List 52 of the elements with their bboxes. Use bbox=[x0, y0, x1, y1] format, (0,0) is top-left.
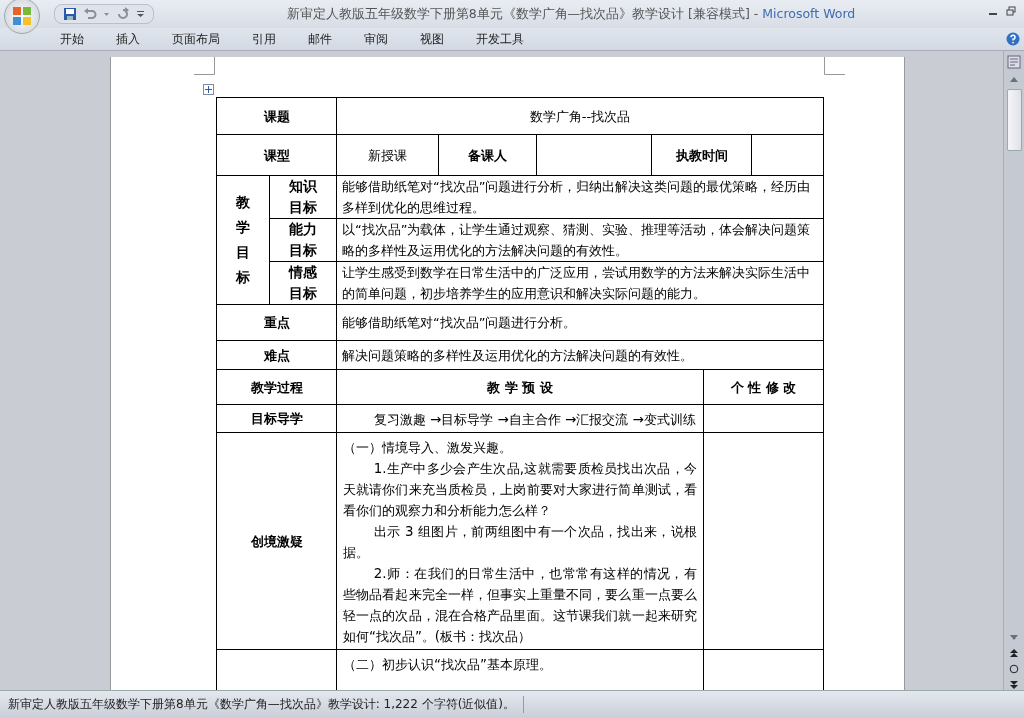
field-label: 执教时间 bbox=[675, 147, 728, 163]
ribbon-tab[interactable]: 页面布局 bbox=[156, 30, 236, 48]
browse-object-icon[interactable] bbox=[1009, 664, 1019, 674]
goal-label: 知识目标 bbox=[289, 177, 317, 217]
ribbon-tab[interactable]: 开发工具 bbox=[460, 30, 540, 48]
row-label: 重点 bbox=[263, 315, 290, 330]
lesson-type: 新授课 bbox=[368, 147, 407, 163]
key-point-text: 能够借助纸笔对“找次品”问题进行分析。 bbox=[342, 315, 577, 330]
difficulty-text: 解决问题策略的多样性及运用优化的方法解决问题的有效性。 bbox=[342, 347, 693, 363]
ribbon-tab[interactable]: 邮件 bbox=[292, 30, 348, 48]
help-icon[interactable] bbox=[1006, 32, 1020, 46]
office-logo-icon bbox=[11, 5, 33, 27]
row-label: 难点 bbox=[263, 347, 290, 363]
window-title: 新审定人教版五年级数学下册第8单元《数学广角—找次品》教学设计 [兼容模式] - Microsoft Word bbox=[285, 5, 857, 23]
office-button[interactable] bbox=[4, 0, 40, 34]
row-label: 课题 bbox=[263, 108, 290, 124]
row-label: 课型 bbox=[263, 147, 290, 163]
lesson-topic: 数学广角--找次品 bbox=[529, 108, 631, 124]
undo-icon[interactable] bbox=[83, 7, 97, 21]
column-header: 个 性 修 改 bbox=[730, 379, 797, 395]
ribbon-tab[interactable]: 视图 bbox=[404, 30, 460, 48]
status-text: 新审定人教版五年级数学下册第8单元《数学广角—找次品》教学设计: 1,222 个字符(近似值)。 bbox=[8, 696, 525, 713]
ribbon-tab[interactable]: 插入 bbox=[100, 30, 156, 48]
paragraph: 1.生产中多少会产生次品,这就需要质检员找出次品，今天就请你们来充当质检员，上岗前要对大家进行简单测试，看看你们的观察力和分析能力怎么样？ bbox=[343, 460, 697, 520]
row-label: 教学目标 bbox=[236, 193, 250, 287]
scroll-up-icon[interactable] bbox=[1009, 75, 1019, 83]
goal-text: 能够借助纸笔对“找次品”问题进行分析，归纳出解决这类问题的最优策略，经历由多样到优化的思维过程。 bbox=[342, 179, 811, 215]
paragraph: 出示 3 组图片，前两组图中有一个次品，找出来，说根据。 bbox=[343, 523, 697, 562]
stage-label: 目标导学 bbox=[250, 411, 303, 426]
restore-icon[interactable] bbox=[1006, 6, 1016, 16]
paragraph: （二）初步认识“找次品”基本原理。 bbox=[343, 656, 553, 674]
goal-text: 以“找次品”为载体，让学生通过观察、猜测、实验、推理等活动，体会解决问题策略的多样性及运用优化的方法解决问题的有效性。 bbox=[342, 222, 811, 258]
goal-text: 让学生感受到数学在日常生活中的广泛应用，尝试用数学的方法来解决实际生活中的简单问题，初步培养学生的应用意识和解决实际问题的能力。 bbox=[342, 265, 810, 301]
stage-label: 创境激疑 bbox=[250, 533, 303, 549]
ribbon-tab[interactable]: 审阅 bbox=[348, 30, 404, 48]
paragraph: （一）情境导入、激发兴趣。 bbox=[343, 439, 513, 457]
previous-page-icon[interactable] bbox=[1009, 648, 1019, 658]
column-header: 教学过程 bbox=[250, 379, 303, 395]
goal-label: 情感目标 bbox=[289, 263, 317, 303]
field-label: 备课人 bbox=[468, 147, 507, 163]
save-icon[interactable] bbox=[63, 7, 77, 21]
ruler-toggle-icon[interactable] bbox=[1007, 55, 1021, 69]
ribbon-tab[interactable]: 开始 bbox=[50, 30, 100, 48]
column-header: 教 学 预 设 bbox=[487, 379, 553, 395]
scroll-down-icon[interactable] bbox=[1009, 634, 1019, 642]
paragraph: 复习激趣 →目标导学 →自主合作 →汇报交流 →变式训练 bbox=[372, 411, 697, 429]
redo-icon[interactable] bbox=[116, 7, 130, 21]
table-move-handle-icon[interactable] bbox=[203, 84, 214, 95]
paragraph: 2.师：在我们的日常生活中，也常常有这样的情况，有些物品看起来完全一样，但事实上重量不同，要么重一点要么轻一点的次品，混在合格产品里面。这节课我们就一起来研究如何“找次品”。(板书：找次品） bbox=[343, 565, 697, 646]
ribbon-tab[interactable]: 引用 bbox=[236, 30, 292, 48]
goal-label: 能力目标 bbox=[289, 220, 317, 260]
scrollbar-thumb[interactable] bbox=[1006, 89, 1022, 151]
